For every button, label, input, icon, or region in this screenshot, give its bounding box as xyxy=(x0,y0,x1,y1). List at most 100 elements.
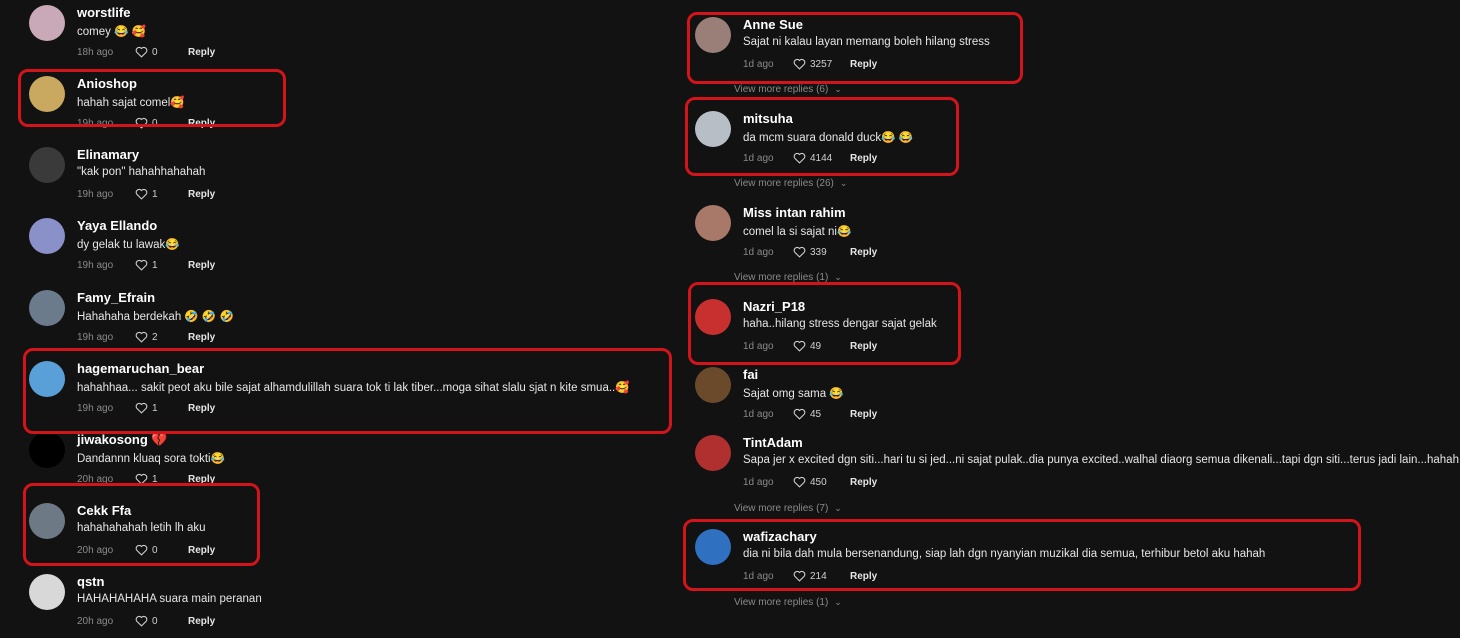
heart-outline-icon[interactable] xyxy=(793,340,806,352)
broken-heart-badge: 💔 xyxy=(151,432,168,447)
reply-button[interactable]: Reply xyxy=(188,332,215,343)
like-count: 0 xyxy=(152,615,158,627)
reply-button[interactable]: Reply xyxy=(188,118,215,129)
like-count: 2 xyxy=(152,331,158,343)
comment-username[interactable]: Yaya Ellando xyxy=(77,218,157,233)
reply-button[interactable]: Reply xyxy=(188,616,215,627)
avatar[interactable] xyxy=(695,111,731,147)
reply-button[interactable]: Reply xyxy=(188,260,215,271)
comment-username[interactable]: TintAdam xyxy=(743,435,803,450)
like-count: 1 xyxy=(152,188,158,200)
comment-time: 1d ago xyxy=(743,152,774,164)
heart-outline-icon[interactable] xyxy=(135,544,148,556)
comment-text: comey 😂 🥰 xyxy=(77,26,146,38)
heart-outline-icon[interactable] xyxy=(793,570,806,582)
chevron-down-icon: ⌄ xyxy=(834,84,842,94)
comment-username[interactable]: mitsuha xyxy=(743,111,793,126)
comment-time: 1d ago xyxy=(743,570,774,582)
reply-button[interactable]: Reply xyxy=(850,153,877,164)
comment-username[interactable]: Elinamary xyxy=(77,147,139,162)
view-more-replies[interactable]: View more replies (7) ⌄ xyxy=(734,503,842,514)
reply-button[interactable]: Reply xyxy=(188,47,215,58)
comment-time: 1d ago xyxy=(743,340,774,352)
comment-text: "kak pon" hahahhahahah xyxy=(77,166,206,178)
comment-username[interactable]: Nazri_P18 xyxy=(743,299,805,314)
reply-button[interactable]: Reply xyxy=(850,247,877,258)
comment-username[interactable]: fai xyxy=(743,367,758,382)
comment-time: 20h ago xyxy=(77,615,114,627)
avatar[interactable] xyxy=(29,76,65,112)
reply-button[interactable]: Reply xyxy=(850,341,877,352)
heart-outline-icon[interactable] xyxy=(135,473,148,485)
comment-text: Sajat omg sama 😂 xyxy=(743,388,844,400)
comment-username[interactable]: jiwakosong 💔 xyxy=(77,432,168,448)
comment-username[interactable]: Miss intan rahim xyxy=(743,205,846,220)
view-more-replies[interactable]: View more replies (1) ⌄ xyxy=(734,272,842,283)
heart-outline-icon[interactable] xyxy=(135,117,148,129)
heart-outline-icon[interactable] xyxy=(793,58,806,70)
heart-outline-icon[interactable] xyxy=(135,46,148,58)
comment-text: Sapa jer x excited dgn siti...hari tu si… xyxy=(743,454,1459,466)
avatar[interactable] xyxy=(29,218,65,254)
comment-text: comel la si sajat ni😂 xyxy=(743,226,852,238)
comment-time: 1d ago xyxy=(743,408,774,420)
avatar[interactable] xyxy=(29,290,65,326)
heart-outline-icon[interactable] xyxy=(135,615,148,627)
comment-text: Hahahaha berdekah 🤣 🤣 🤣 xyxy=(77,311,234,323)
comment-text: da mcm suara donald duck😂 😂 xyxy=(743,132,913,144)
comment-username[interactable]: Anne Sue xyxy=(743,17,803,32)
comment-username[interactable]: Famy_Efrain xyxy=(77,290,155,305)
heart-outline-icon[interactable] xyxy=(135,331,148,343)
reply-button[interactable]: Reply xyxy=(850,59,877,70)
comment-username[interactable]: qstn xyxy=(77,574,104,589)
comment-username[interactable]: wafizachary xyxy=(743,529,817,544)
heart-outline-icon[interactable] xyxy=(135,188,148,200)
reply-button[interactable]: Reply xyxy=(188,403,215,414)
like-count: 1 xyxy=(152,259,158,271)
like-count: 4144 xyxy=(810,152,833,164)
view-more-replies[interactable]: View more replies (1) ⌄ xyxy=(734,597,842,608)
comment-username[interactable]: hagemaruchan_bear xyxy=(77,361,204,376)
avatar[interactable] xyxy=(29,574,65,610)
avatar[interactable] xyxy=(29,5,65,41)
reply-button[interactable]: Reply xyxy=(850,571,877,582)
view-more-replies[interactable]: View more replies (6) ⌄ xyxy=(734,84,842,95)
reply-button[interactable]: Reply xyxy=(188,474,215,485)
comment-username[interactable]: Cekk Ffa xyxy=(77,503,131,518)
like-count: 339 xyxy=(810,246,827,258)
avatar[interactable] xyxy=(29,432,65,468)
avatar[interactable] xyxy=(695,299,731,335)
heart-outline-icon[interactable] xyxy=(793,408,806,420)
heart-outline-icon[interactable] xyxy=(793,152,806,164)
like-count: 1 xyxy=(152,402,158,414)
heart-outline-icon[interactable] xyxy=(135,259,148,271)
avatar[interactable] xyxy=(695,529,731,565)
avatar[interactable] xyxy=(695,367,731,403)
comment-username[interactable]: worstlife xyxy=(77,5,130,20)
reply-button[interactable]: Reply xyxy=(188,545,215,556)
comment-text: hahahahahah letih lh aku xyxy=(77,522,206,534)
comment-username[interactable]: Anioshop xyxy=(77,76,137,91)
view-more-replies[interactable]: View more replies (26) ⌄ xyxy=(734,178,847,189)
avatar[interactable] xyxy=(29,361,65,397)
heart-outline-icon[interactable] xyxy=(135,402,148,414)
heart-outline-icon[interactable] xyxy=(793,476,806,488)
comment-time: 20h ago xyxy=(77,473,114,485)
comment-text: HAHAHAHAHA suara main peranan xyxy=(77,593,262,605)
comment-time: 1d ago xyxy=(743,58,774,70)
comment-time: 1d ago xyxy=(743,246,774,258)
avatar[interactable] xyxy=(29,147,65,183)
avatar[interactable] xyxy=(695,17,731,53)
reply-button[interactable]: Reply xyxy=(188,189,215,200)
reply-button[interactable]: Reply xyxy=(850,409,877,420)
comment-time: 18h ago xyxy=(77,46,114,58)
chevron-down-icon: ⌄ xyxy=(834,503,842,513)
avatar[interactable] xyxy=(695,205,731,241)
avatar[interactable] xyxy=(695,435,731,471)
comment-time: 19h ago xyxy=(77,331,114,343)
heart-outline-icon[interactable] xyxy=(793,246,806,258)
comment-time: 20h ago xyxy=(77,544,114,556)
reply-button[interactable]: Reply xyxy=(850,477,877,488)
like-count: 3257 xyxy=(810,58,833,70)
avatar[interactable] xyxy=(29,503,65,539)
